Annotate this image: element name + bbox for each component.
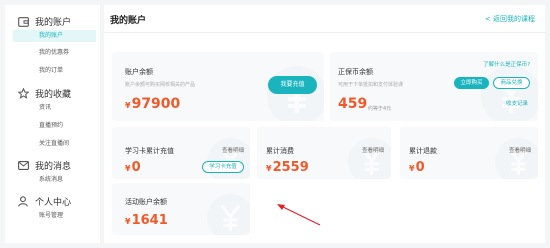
coin-title: 正保币余额	[338, 68, 373, 76]
yuan-watermark-icon	[206, 193, 250, 235]
sidebar-group-title: 我的收藏	[35, 90, 72, 100]
sidebar-item-account-management[interactable]: 账号管理	[13, 210, 96, 222]
user-icon	[17, 196, 29, 208]
study-card-amount: ¥0	[125, 160, 141, 175]
buy-now-button[interactable]: 立即购买	[454, 77, 489, 89]
mail-icon	[17, 160, 29, 172]
study-card-recharge-button[interactable]: 学习卡充值	[202, 161, 244, 173]
annotation-arrow-icon	[277, 204, 321, 226]
main-panel: 我的账户 < 返回我的课程 账户余额 账户余额可购买网校相关的产品 ¥97900…	[104, 5, 545, 243]
yuan-watermark-icon	[347, 137, 391, 179]
sidebar-item-my-account[interactable]: 我的账户	[13, 30, 96, 42]
recharge-button[interactable]: 我要充值	[268, 76, 317, 94]
study-card-card: 学习卡累计充值 查看明细 ¥0 学习卡充值	[112, 127, 250, 179]
sidebar-item-live-booking[interactable]: 直播预约	[13, 120, 96, 132]
page-title: 我的账户	[110, 16, 147, 26]
refund-amount: ¥0	[409, 160, 425, 175]
sidebar-group-title: 个人中心	[35, 198, 72, 208]
activity-amount: ¥1641	[125, 213, 168, 228]
divider	[104, 32, 545, 33]
spend-title: 累计消费	[266, 147, 294, 155]
activity-title: 活动账户余额	[125, 198, 167, 206]
records-link[interactable]: 收支记录	[506, 99, 528, 107]
coin-card: 正保币余额 了解什么是正保币? 可用于下单抵扣和支付体验课 459 约等于4元 …	[330, 52, 538, 121]
wallet-icon	[17, 16, 29, 28]
back-to-courses-link[interactable]: < 返回我的课程	[485, 14, 535, 24]
spend-detail-link[interactable]: 查看明细	[362, 146, 384, 154]
coin-note: 约等于4元	[368, 106, 392, 112]
exchange-button[interactable]: 商品兑换	[493, 77, 530, 89]
yuan-watermark-icon	[494, 137, 538, 179]
sidebar-item-orders[interactable]: 我的订单	[13, 65, 96, 77]
sidebar-item-news[interactable]: 资讯	[13, 102, 96, 114]
star-icon	[17, 88, 29, 100]
sidebar-group-account[interactable]: 我的账户	[17, 15, 71, 28]
coin-amount: 459	[338, 96, 368, 112]
spend-amount: ¥2559	[266, 160, 309, 175]
study-card-title: 学习卡累计充值	[125, 147, 174, 155]
activity-account-card: 活动账户余额 ¥1641	[112, 183, 250, 235]
balance-card: 账户余额 账户余额可购买网校相关的产品 ¥97900 我要充值	[112, 52, 324, 121]
sidebar-item-followed-rooms[interactable]: 关注直播间	[13, 138, 96, 150]
sidebar: 我的账户 我的账户 我的优惠券 我的订单 我的收藏 资讯 直播预约 关注直播间 …	[5, 5, 100, 243]
sidebar-group-favorites[interactable]: 我的收藏	[17, 87, 71, 100]
sidebar-item-coupons[interactable]: 我的优惠券	[13, 47, 96, 59]
sidebar-group-messages[interactable]: 我的消息	[17, 159, 71, 172]
sidebar-item-system-messages[interactable]: 系统消息	[13, 174, 96, 186]
balance-desc: 账户余额可购买网校相关的产品	[125, 82, 196, 88]
sidebar-group-profile[interactable]: 个人中心	[17, 195, 71, 208]
what-is-coin-link[interactable]: 了解什么是正保币?	[483, 60, 530, 68]
coin-desc: 可用于下单抵扣和支付体验课	[338, 82, 404, 88]
sidebar-group-title: 我的账户	[35, 18, 72, 28]
refund-title: 累计退款	[409, 147, 437, 155]
yuan-watermark-icon	[481, 66, 538, 121]
spend-card: 累计消费 查看明细 ¥2559	[257, 127, 391, 179]
refund-detail-link[interactable]: 查看明细	[509, 146, 531, 154]
refund-card: 累计退款 查看明细 ¥0	[400, 127, 538, 179]
sidebar-group-title: 我的消息	[35, 162, 72, 172]
balance-amount: ¥97900	[125, 96, 181, 112]
balance-title: 账户余额	[125, 68, 153, 76]
study-card-detail-link[interactable]: 查看明细	[222, 146, 244, 154]
